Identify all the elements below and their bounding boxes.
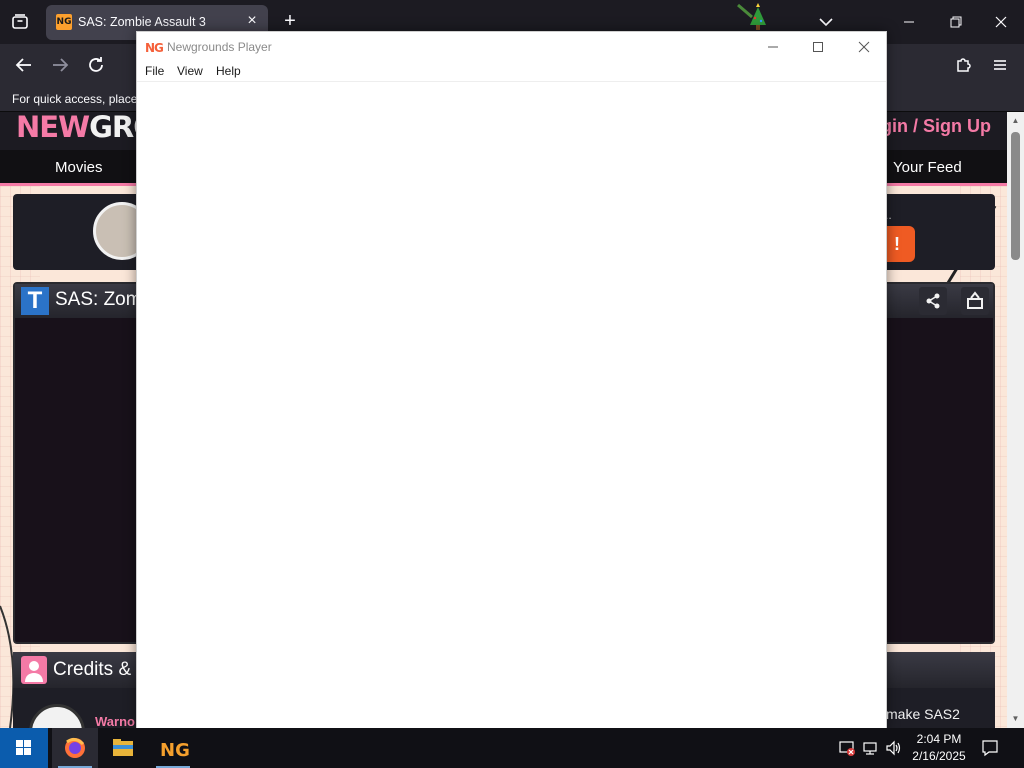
minimize-window-icon[interactable] (897, 10, 921, 34)
taskbar-firefox[interactable] (52, 728, 98, 768)
player-close-icon[interactable] (850, 37, 878, 57)
credit-author-avatar[interactable] (29, 704, 85, 728)
tab-title: SAS: Zombie Assault 3 (78, 15, 206, 29)
page-scrollbar[interactable]: ▲ ▼ (1007, 112, 1024, 728)
credits-user-icon (21, 656, 47, 684)
menu-file[interactable]: File (145, 64, 164, 78)
player-game-stage[interactable] (137, 82, 886, 730)
share-icon[interactable] (919, 287, 947, 315)
menu-help[interactable]: Help (216, 64, 241, 78)
popout-icon[interactable] (961, 287, 989, 315)
windows-logo-icon (16, 740, 31, 755)
taskbar-clock[interactable]: 2:04 PM 2/16/2025 (904, 731, 974, 765)
windows-taskbar: NG 2:04 PM 2/16/2025 (0, 728, 1024, 768)
credit-author-name[interactable]: Warno (95, 714, 135, 728)
player-maximize-icon[interactable] (804, 37, 832, 57)
new-tab-icon[interactable]: + (280, 11, 300, 31)
firefox-icon (65, 737, 85, 758)
tab-list-button[interactable] (8, 10, 32, 34)
rating-t-icon: T (21, 287, 49, 315)
newgrounds-taskbar-icon: NG (160, 740, 190, 761)
logo-text-new: NEW (16, 112, 90, 144)
notification-icon[interactable] (980, 738, 1000, 758)
volume-icon[interactable] (885, 739, 903, 757)
player-titlebar[interactable]: NG Newgrounds Player (137, 32, 886, 62)
newgrounds-player-window: NG Newgrounds Player File View Help (136, 31, 887, 731)
security-alert-icon[interactable] (838, 739, 856, 757)
scroll-down-icon[interactable]: ▼ (1010, 714, 1021, 724)
clock-time: 2:04 PM (916, 732, 962, 746)
newgrounds-favicon-icon: NG (56, 14, 72, 30)
restore-window-icon[interactable] (944, 10, 968, 34)
network-icon[interactable] (862, 739, 880, 757)
scroll-thumb[interactable] (1011, 132, 1020, 260)
tab-list-icon (12, 14, 28, 29)
extensions-puzzle-icon[interactable] (952, 53, 976, 77)
menu-view[interactable]: View (177, 64, 203, 78)
player-minimize-icon[interactable] (759, 37, 787, 57)
taskbar-file-explorer[interactable] (100, 728, 146, 768)
scroll-up-icon[interactable]: ▲ (1010, 116, 1021, 126)
nav-item-movies[interactable]: Movies (55, 159, 103, 176)
nav-item-your-feed[interactable]: Your Feed (893, 159, 962, 176)
hamburger-menu-icon[interactable] (988, 53, 1012, 77)
credit-description: make SAS2 (886, 706, 960, 722)
reload-icon[interactable] (84, 53, 108, 77)
taskbar-newgrounds-player[interactable]: NG (150, 728, 196, 768)
close-window-icon[interactable] (989, 10, 1013, 34)
svg-text:NG: NG (160, 740, 190, 761)
player-window-title: Newgrounds Player (167, 40, 272, 54)
folder-icon (113, 739, 133, 756)
login-signup-link[interactable]: gin / Sign Up (881, 116, 991, 137)
bookmarks-hint-text: For quick access, place y (12, 92, 147, 106)
forward-arrow-icon[interactable] (48, 53, 72, 77)
player-menubar: File View Help (137, 62, 886, 82)
credits-title: Credits & I (53, 659, 142, 680)
desktop-screen: NG SAS: Zombie Assault 3 × + For quick a… (0, 0, 1024, 768)
start-button[interactable] (0, 728, 48, 768)
clock-date: 2/16/2025 (912, 749, 966, 763)
back-arrow-icon[interactable] (12, 53, 36, 77)
newgrounds-app-icon: NG (145, 41, 164, 55)
tab-close-icon[interactable]: × (244, 13, 260, 29)
chevron-down-icon[interactable] (817, 13, 835, 31)
